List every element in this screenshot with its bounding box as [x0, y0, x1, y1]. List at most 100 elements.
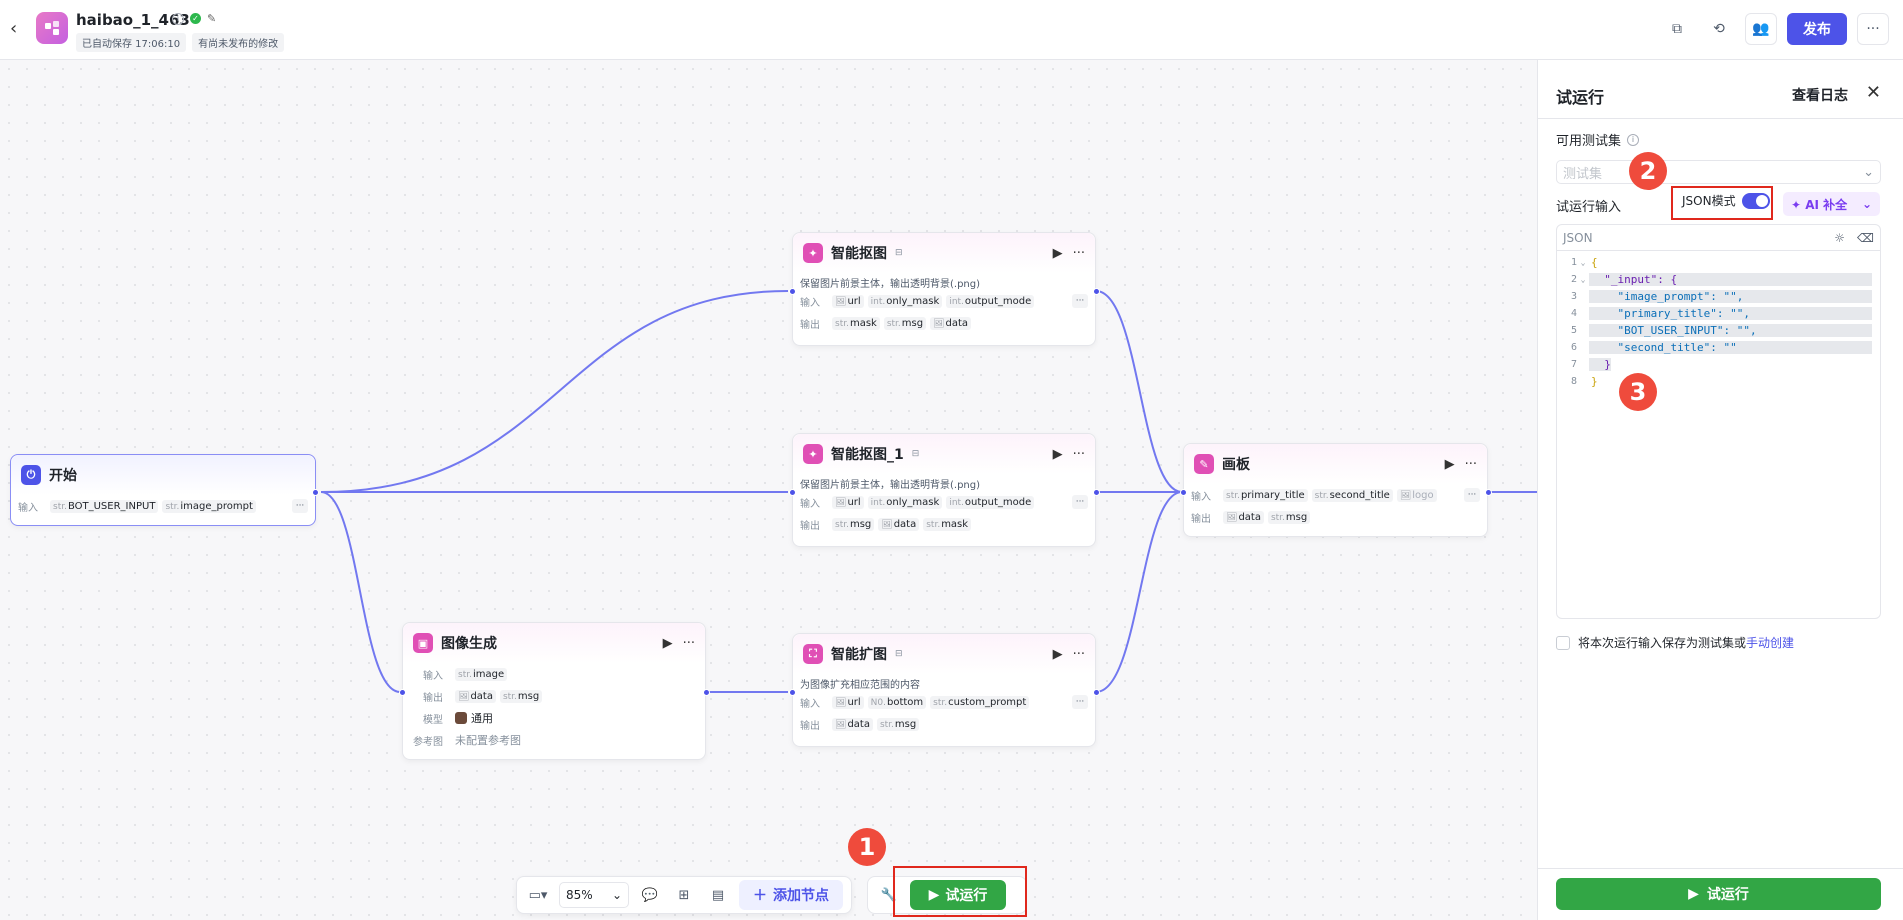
param-chip: mask: [849, 317, 877, 329]
code-area[interactable]: 1 ⌄{ 2 ⌄ "_input": { 3 "image_prompt": "",…: [1557, 251, 1880, 390]
input-label: 输入: [800, 297, 820, 309]
editor-label: JSON: [1563, 230, 1593, 245]
input-label: 输入: [800, 498, 820, 510]
input-label: 输入: [18, 502, 38, 514]
input-label: 输入: [423, 670, 443, 682]
input-port[interactable]: [789, 489, 796, 496]
manual-create-link[interactable]: 手动创建: [1746, 634, 1794, 651]
add-node-button[interactable]: ＋添加节点: [739, 880, 843, 910]
more-icon[interactable]: ···: [1464, 488, 1480, 502]
highlight-box-run: [893, 866, 1027, 917]
node-title: 图像生成: [441, 636, 497, 652]
output-label: 输出: [800, 720, 820, 732]
output-port[interactable]: [1093, 288, 1100, 295]
expand-node[interactable]: ⛶ 智能扩图 ⊟ ▶ ··· 为图像扩充相应范围的内容 输入 🖼url N0.bo…: [789, 633, 1100, 747]
param-chip: msg: [894, 718, 917, 730]
auto-layout-icon[interactable]: ⊞: [671, 882, 697, 908]
param-chip: only_mask: [886, 496, 940, 508]
zoom-select[interactable]: 85% ⌄: [559, 882, 629, 908]
more-icon[interactable]: ···: [1072, 495, 1088, 509]
edit-icon[interactable]: ✎: [207, 12, 216, 25]
param-chip: data: [945, 317, 969, 329]
output-port[interactable]: [1093, 489, 1100, 496]
run-node-icon[interactable]: ▶: [663, 636, 673, 651]
run-node-icon[interactable]: ▶: [1053, 246, 1063, 261]
more-icon[interactable]: ···: [1072, 695, 1088, 709]
testset-label: 可用测试集: [1556, 134, 1622, 149]
output-label: 输出: [800, 520, 820, 532]
node-description: 为图像扩充相应范围的内容: [800, 680, 920, 691]
chevron-down-icon: ⌄: [611, 888, 622, 902]
minimap-icon[interactable]: ▤: [705, 882, 731, 908]
run-node-icon[interactable]: ▶: [1053, 647, 1063, 662]
highlight-box-json-mode: [1671, 186, 1773, 220]
param-chip: only_mask: [886, 295, 940, 307]
more-icon[interactable]: ···: [1073, 647, 1085, 662]
publish-button[interactable]: 发布: [1787, 13, 1847, 45]
annotation-badge: 1: [848, 828, 886, 866]
more-menu-button[interactable]: ···: [1857, 13, 1889, 45]
cutout-1-node[interactable]: ✦ 智能抠图_1 ⊟ ▶ ··· 保留图片前景主体，输出透明背景(.png) 输入…: [789, 433, 1100, 547]
back-icon[interactable]: ‹: [10, 18, 17, 39]
ai-fill-button[interactable]: ✦ AI 补全 ⌄: [1783, 192, 1880, 216]
model-label: 模型: [423, 714, 443, 726]
expand-icon: ⛶: [803, 644, 823, 664]
output-port[interactable]: [1485, 489, 1492, 496]
cutout-node[interactable]: ✦ 智能抠图 ⊟ ▶ ··· 保留图片前景主体，输出透明背景(.png) 输入 🖼…: [789, 232, 1100, 346]
input-port[interactable]: [789, 689, 796, 696]
history-icon[interactable]: ⟲: [1703, 13, 1735, 45]
view-log-link[interactable]: 查看日志: [1792, 85, 1848, 105]
info-icon[interactable]: i: [1627, 133, 1640, 146]
close-icon[interactable]: ✕: [1866, 82, 1881, 103]
chevron-down-icon: ⌄: [1861, 197, 1872, 211]
param-chip: bottom: [887, 696, 924, 708]
node-title: 智能扩图: [831, 647, 887, 663]
start-node[interactable]: ⏻ 开始 输入 str.BOT_USER_INPUT str.image_pro…: [10, 454, 319, 526]
more-icon[interactable]: ···: [683, 636, 695, 651]
canvas-board-node[interactable]: ✎ 画板 ▶ ··· 输入 str.primary_title str.secon…: [1180, 443, 1492, 537]
interaction-mode-icon[interactable]: ▭▾: [525, 882, 551, 908]
input-port[interactable]: [789, 288, 796, 295]
input-port[interactable]: [1180, 489, 1187, 496]
run-node-icon[interactable]: ▶: [1445, 457, 1455, 472]
param-chip: url: [847, 696, 861, 708]
input-port[interactable]: [399, 689, 406, 696]
node-title: 智能抠图: [831, 246, 887, 262]
chevron-down-icon: ⌄: [1863, 164, 1874, 180]
param-chip: msg: [849, 518, 872, 530]
info-icon[interactable]: i: [172, 12, 184, 25]
node-title: 开始: [49, 468, 77, 484]
copy-icon[interactable]: ⧉: [1661, 13, 1693, 45]
node-description: 保留图片前景主体，输出透明背景(.png): [800, 480, 981, 491]
output-port[interactable]: [1093, 689, 1100, 696]
output-port[interactable]: [312, 489, 319, 496]
output-label: 输出: [800, 319, 820, 331]
play-icon: ▶: [1688, 886, 1699, 902]
collaborator-icon[interactable]: 👥: [1745, 13, 1777, 45]
save-text: 将本次运行输入保存为测试集或: [1578, 636, 1747, 650]
param-chip: msg: [1285, 511, 1308, 523]
json-editor[interactable]: JSON ☼ ⌫ 1 ⌄{ 2 ⌄ "_input": { 3 "image_prom…: [1556, 224, 1881, 619]
more-icon[interactable]: ···: [1073, 246, 1085, 261]
reference-value: 未配置参考图: [455, 734, 521, 747]
image-generation-node[interactable]: ▣ 图像生成 ▶ ··· 输入 str.image 输出 🖼data str.ms…: [399, 622, 710, 760]
more-icon[interactable]: ···: [1073, 447, 1085, 462]
param-chip: image_prompt: [180, 500, 253, 512]
unpublished-tag: 有尚未发布的修改: [192, 33, 285, 52]
output-port[interactable]: [703, 689, 710, 696]
more-icon[interactable]: ···: [1465, 457, 1477, 472]
format-icon[interactable]: ☼: [1834, 231, 1845, 245]
more-icon[interactable]: ···: [292, 499, 308, 513]
more-icon[interactable]: ···: [1072, 294, 1088, 308]
comment-icon[interactable]: 💬: [637, 882, 663, 908]
sparkle-icon: ✦: [1791, 197, 1802, 212]
run-node-icon[interactable]: ▶: [1053, 447, 1063, 462]
annotation-badge: 3: [1619, 373, 1657, 411]
clear-icon[interactable]: ⌫: [1857, 231, 1874, 245]
testset-select[interactable]: 测试集 ⌄: [1556, 160, 1881, 184]
panel-run-button[interactable]: ▶ 试运行: [1556, 878, 1881, 910]
canvas-toolbar: ▭▾ 85% ⌄ 💬 ⊞ ▤ ＋添加节点: [516, 876, 852, 914]
save-testset-checkbox[interactable]: [1556, 635, 1570, 650]
param-chip: msg: [901, 317, 924, 329]
param-chip: image: [472, 668, 505, 680]
